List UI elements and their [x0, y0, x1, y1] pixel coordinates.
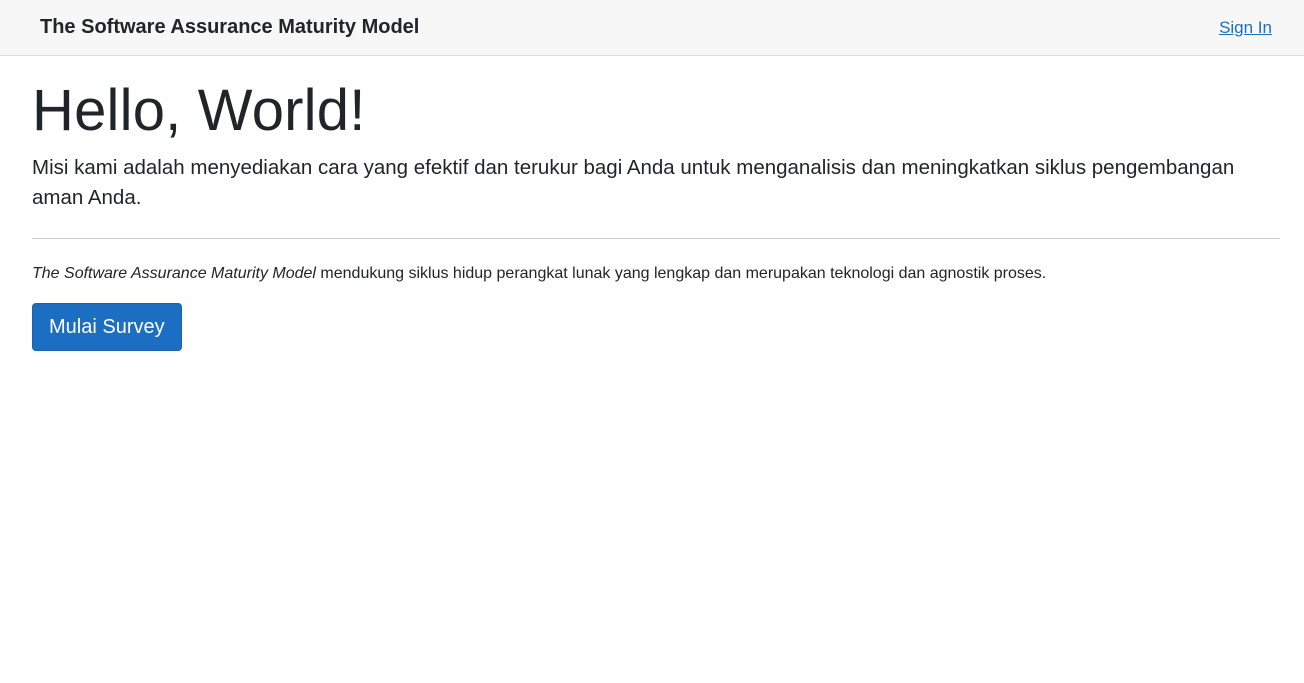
sign-in-link[interactable]: Sign In [1219, 18, 1272, 38]
model-name-emphasis: The Software Assurance Maturity Model [32, 265, 316, 282]
start-survey-button[interactable]: Mulai Survey [32, 303, 182, 351]
brand-title[interactable]: The Software Assurance Maturity Model [40, 16, 419, 39]
model-description: The Software Assurance Maturity Model me… [32, 262, 1280, 286]
main-content: Hello, World! Misi kami adalah menyediak… [0, 82, 1304, 351]
page-title: Hello, World! [32, 78, 366, 143]
divider [32, 238, 1280, 239]
top-navbar: The Software Assurance Maturity Model Si… [0, 0, 1304, 56]
model-description-text: mendukung siklus hidup perangkat lunak y… [315, 265, 1047, 282]
mission-statement: Misi kami adalah menyediakan cara yang e… [32, 156, 1235, 209]
